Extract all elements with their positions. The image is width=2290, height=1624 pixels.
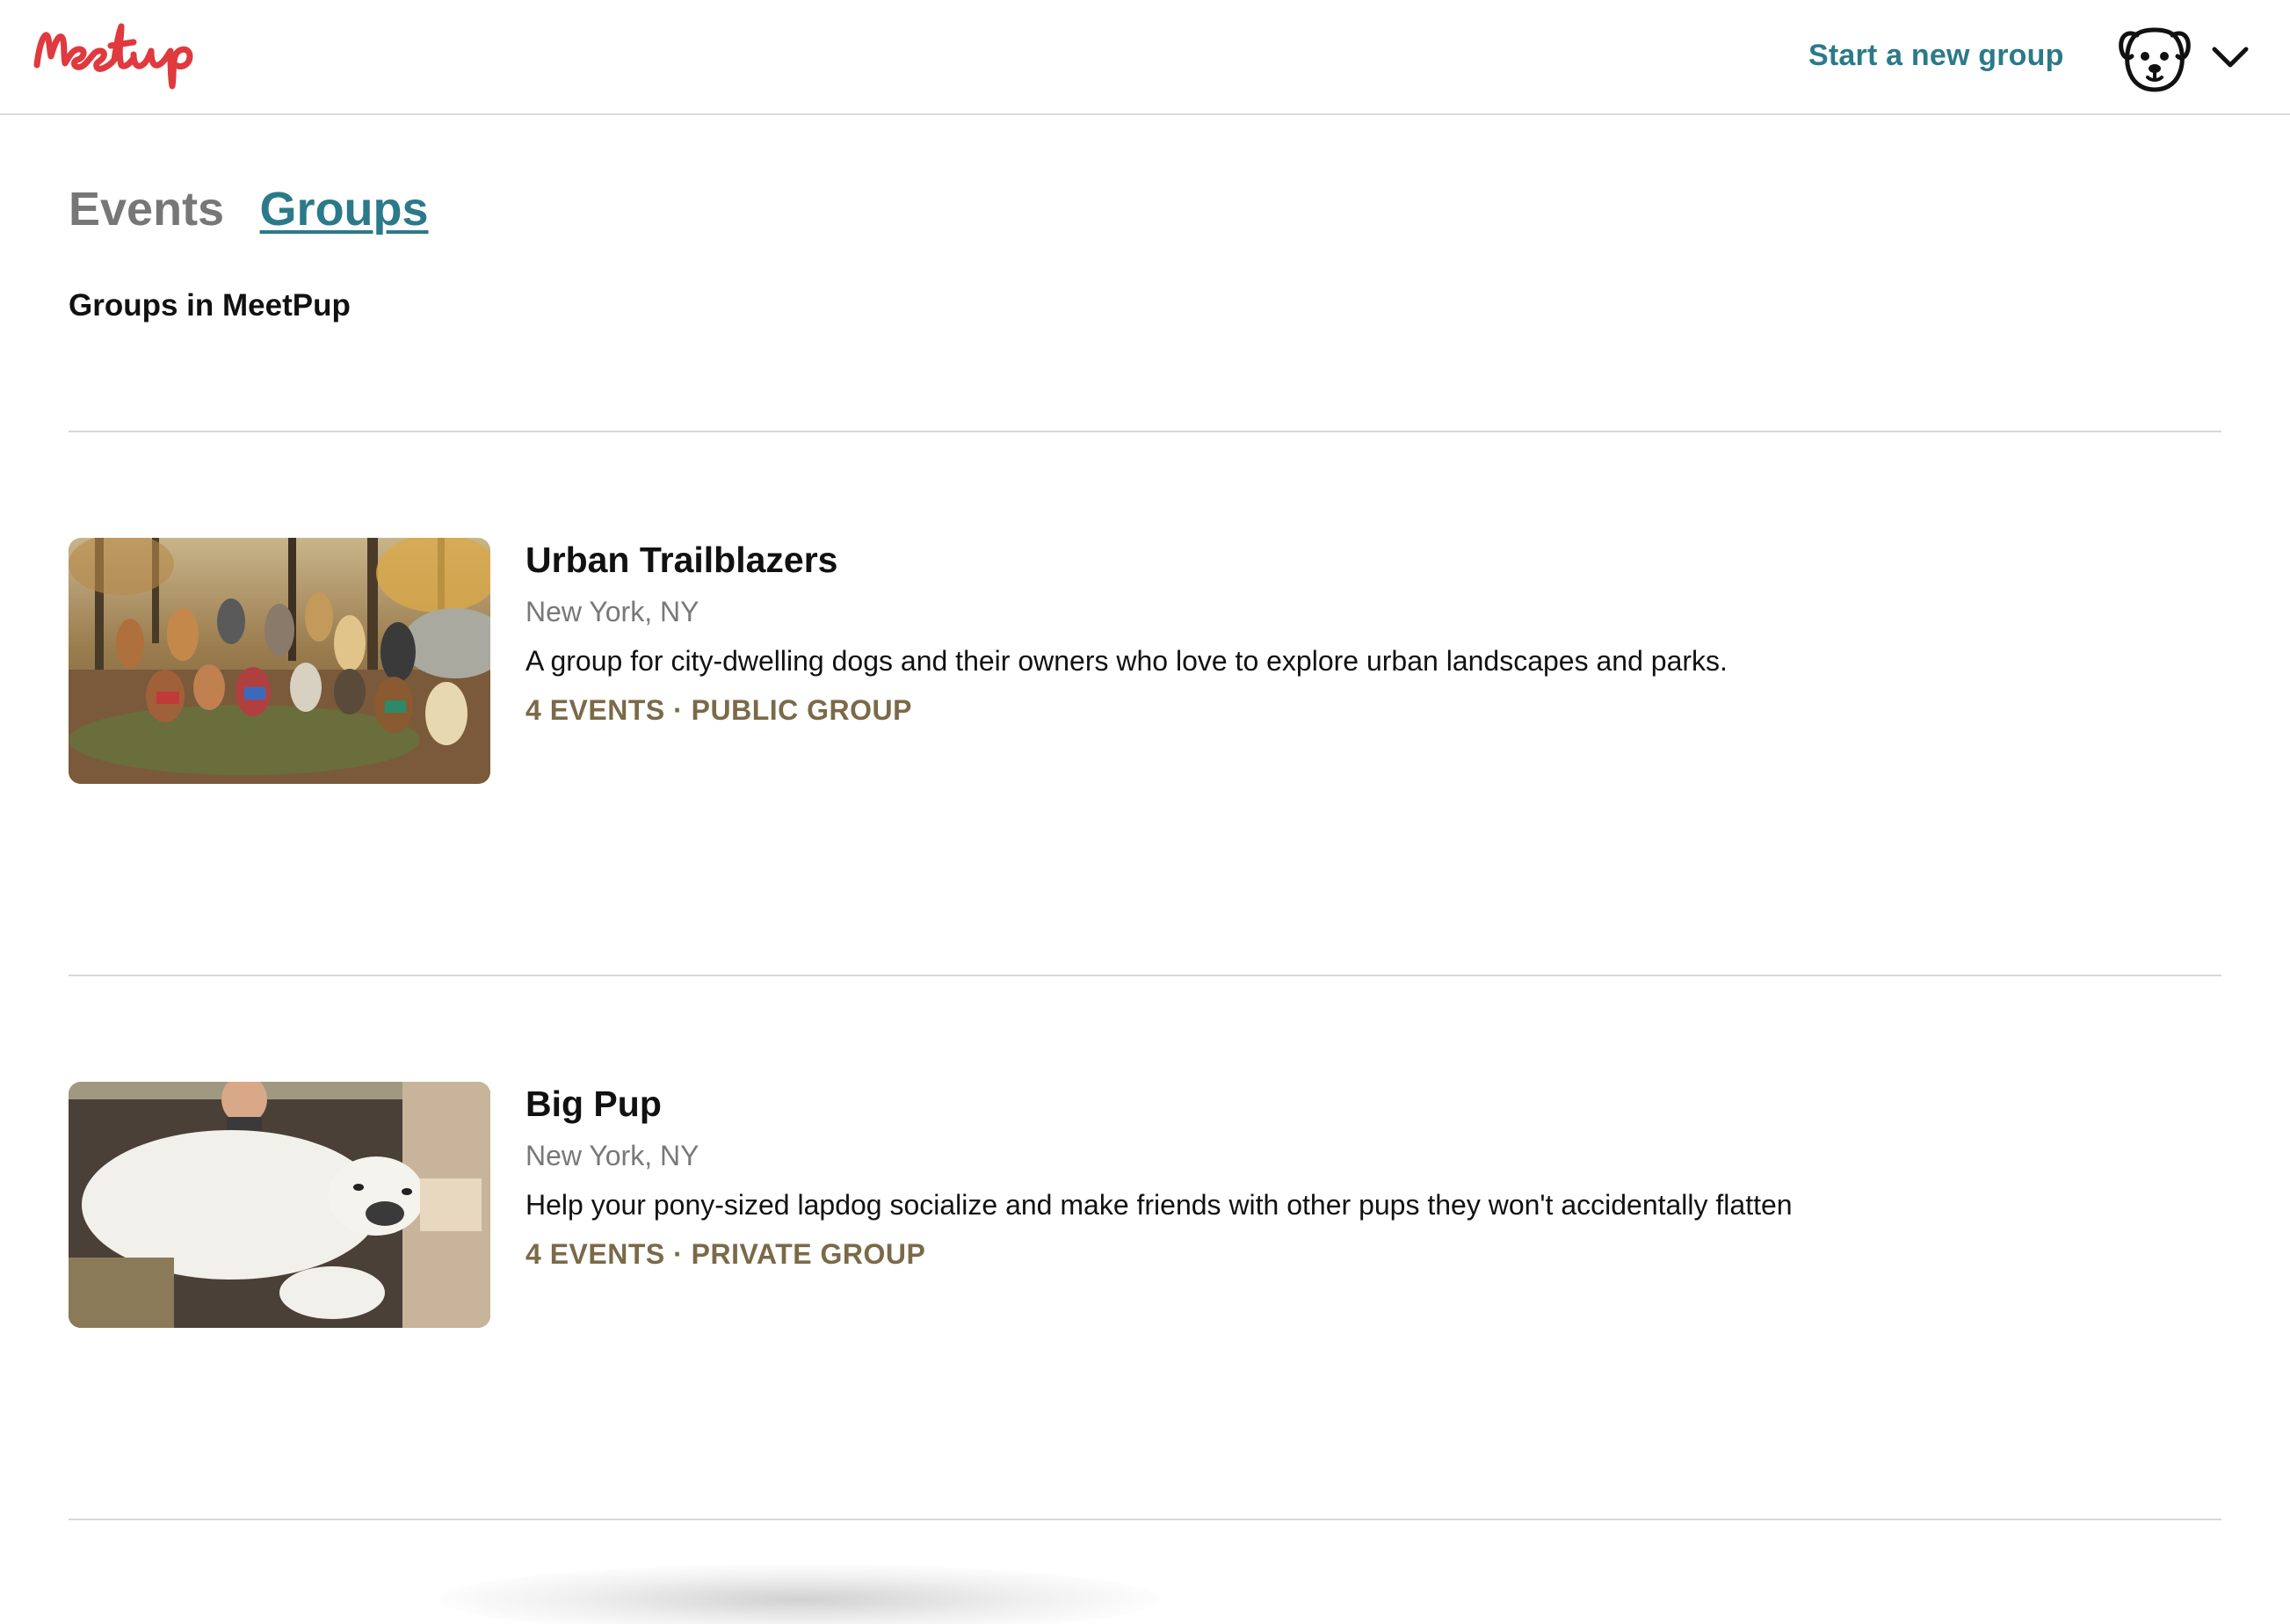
chevron-down-icon: [2211, 44, 2250, 70]
group-meta: 4 EVENTS · PUBLIC GROUP: [525, 694, 912, 726]
divider: [69, 975, 2221, 976]
group-description: Help your pony-sized lapdog socialize an…: [525, 1189, 1793, 1221]
page: Start a new group Events Groups Groups i…: [0, 0, 2290, 1624]
group-location: New York, NY: [525, 1140, 699, 1171]
group-details: Big Pup New York, NY Help your pony-size…: [525, 1082, 2195, 1272]
divider: [69, 1519, 2221, 1520]
group-description: A group for city-dwelling dogs and their…: [525, 645, 1728, 677]
profile-menu-button[interactable]: [2118, 18, 2265, 97]
top-navigation-bar: Start a new group: [0, 0, 2290, 115]
group-details: Urban Trailblazers New York, NY A group …: [525, 538, 2195, 728]
start-new-group-link[interactable]: Start a new group: [1808, 39, 2064, 73]
group-card-big-pup[interactable]: Big Pup New York, NY Help your pony-size…: [69, 1082, 2221, 1337]
divider: [69, 431, 2221, 432]
group-meta: 4 EVENTS · PRIVATE GROUP: [525, 1238, 926, 1270]
meetup-logo[interactable]: [30, 14, 236, 93]
group-image: [69, 538, 490, 784]
dog-face-icon: [2118, 23, 2192, 93]
tab-groups[interactable]: Groups: [260, 182, 429, 236]
content-tabs: Events Groups: [69, 182, 460, 243]
group-card-urban-trailblazers[interactable]: Urban Trailblazers New York, NY A group …: [69, 538, 2221, 793]
tab-events[interactable]: Events: [69, 182, 224, 236]
group-location: New York, NY: [525, 596, 699, 627]
group-name[interactable]: Big Pup: [525, 1082, 2195, 1126]
section-title: Groups in MeetPup: [69, 288, 351, 323]
bottom-shadow: [439, 1564, 1160, 1624]
group-name[interactable]: Urban Trailblazers: [525, 538, 2195, 582]
group-image: [69, 1082, 490, 1328]
